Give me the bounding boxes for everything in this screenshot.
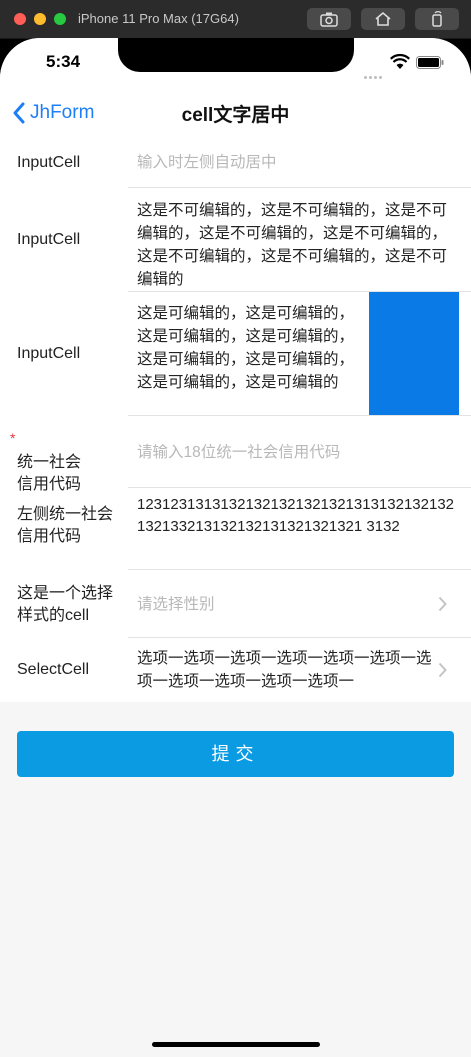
chevron-right-icon [438, 662, 447, 678]
left-credit-code-value[interactable]: 1231231313132132132132132131313213213213… [137, 494, 457, 538]
zoom-window-button[interactable] [54, 13, 66, 25]
row-label: InputCell [17, 345, 81, 362]
status-time: 5:34 [46, 52, 81, 71]
cellular-signal-icon [364, 64, 384, 83]
simulator-title-bar: iPhone 11 Pro Max (17G64) [0, 0, 471, 39]
form-row-select-cell[interactable]: SelectCell 选项一选项一选项一选项一选项一选项一选项一选项一选项一选项… [0, 638, 471, 702]
row-label: SelectCell [17, 661, 90, 678]
status-bar: 5:34 [0, 38, 471, 88]
notch [118, 38, 354, 72]
wifi-icon [390, 54, 410, 69]
row-label: * 统一社会 信用代码 [10, 430, 81, 496]
readonly-text: 这是不可编辑的，这是不可编辑的，这是不可编辑的，这是不可编辑的，这是不可编辑的，… [137, 202, 448, 288]
home-icon [375, 11, 391, 26]
form-row-editable[interactable]: InputCell 这是可编辑的，这是可编辑的，这是可编辑的，这是可编辑的，这是… [0, 292, 471, 416]
close-window-button[interactable] [14, 13, 26, 25]
credit-code-input[interactable]: 请输入18位统一社会信用代码 [137, 441, 340, 464]
form-row-credit-code[interactable]: * 统一社会 信用代码 请输入18位统一社会信用代码 [0, 416, 471, 493]
minimize-window-button[interactable] [34, 13, 46, 25]
chevron-right-icon [438, 596, 447, 612]
phone-screen: 5:34 JhForm cell文字居中 InputCell 输入时左侧自动居中 [0, 38, 471, 1057]
text-selection-highlight [369, 292, 459, 416]
rotate-icon [432, 11, 442, 27]
battery-icon [416, 56, 444, 69]
editable-textarea[interactable]: 这是可编辑的，这是可编辑的，这是可编辑的，这是可编辑的，这是可编辑的，这是可编辑… [137, 302, 369, 394]
form-list: InputCell 输入时左侧自动居中 InputCell 这是不可编辑的，这是… [0, 138, 471, 702]
row-label: 左侧统一社会 信用代码 [17, 506, 114, 545]
gender-select[interactable]: 请选择性别 [137, 593, 215, 616]
form-row-input-center[interactable]: InputCell 输入时左侧自动居中 [0, 138, 471, 188]
camera-icon [320, 12, 338, 27]
page-title: cell文字居中 [181, 105, 290, 126]
row-label: InputCell [17, 231, 81, 248]
select-cell-value[interactable]: 选项一选项一选项一选项一选项一选项一选项一选项一选项一选项一选项一 [137, 647, 437, 693]
form-row-readonly: InputCell 这是不可编辑的，这是不可编辑的，这是不可编辑的，这是不可编辑… [0, 188, 471, 292]
submit-button[interactable]: 提交 [17, 731, 454, 777]
required-asterisk: * [10, 430, 16, 446]
simulator-title: iPhone 11 Pro Max (17G64) [78, 11, 239, 26]
screenshot-button[interactable] [307, 8, 351, 30]
home-button[interactable] [361, 8, 405, 30]
row-label: 这是一个选择 样式的cell [17, 585, 114, 624]
navigation-bar: JhForm cell文字居中 [0, 88, 471, 139]
form-row-select-gender[interactable]: 这是一个选择 样式的cell 请选择性别 [0, 570, 471, 638]
home-indicator [152, 1042, 320, 1047]
rotate-button[interactable] [415, 8, 459, 30]
input-center-field[interactable]: 输入时左侧自动居中 [137, 151, 277, 174]
form-row-left-credit-code[interactable]: 左侧统一社会 信用代码 1231231313132132132132132131… [0, 488, 471, 570]
row-label: InputCell [17, 154, 81, 171]
